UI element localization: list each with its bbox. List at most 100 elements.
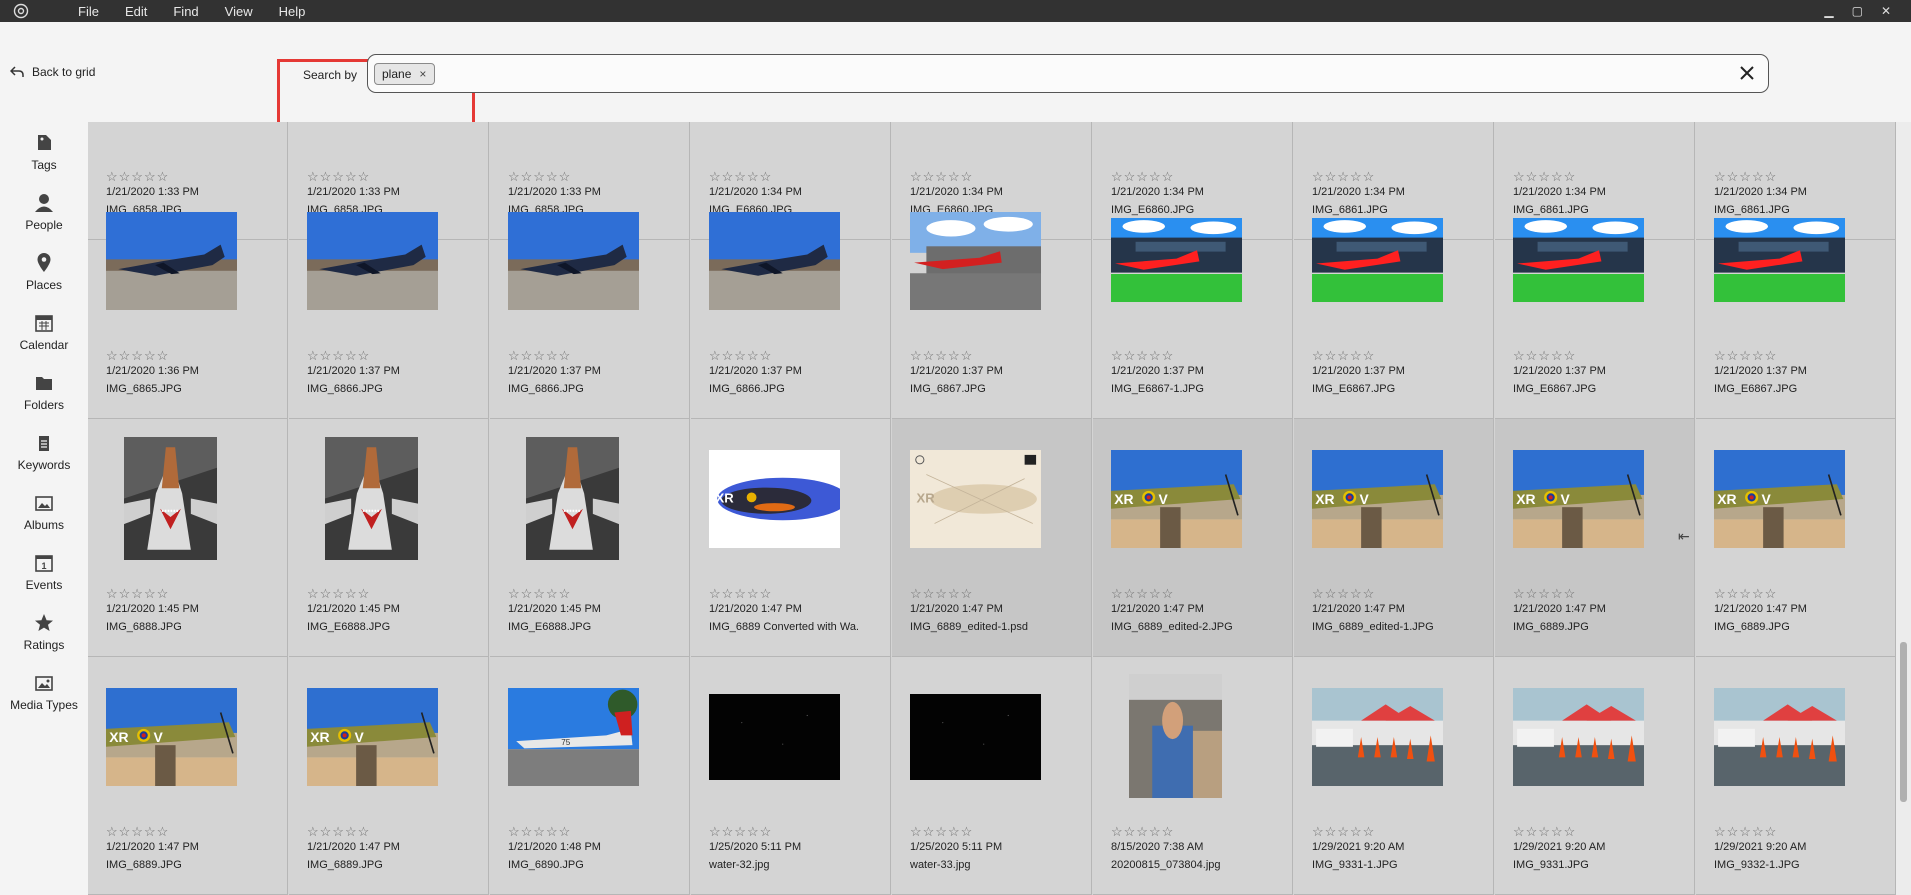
photo-tile[interactable]: ☆☆☆☆☆ 1/21/2020 1:37 PM IMG_6867.JPG — [892, 181, 1092, 419]
photo-thumbnail[interactable] — [1714, 688, 1845, 786]
photo-thumbnail[interactable] — [1129, 674, 1222, 798]
photo-tile[interactable]: ☆☆☆☆☆ 1/21/2020 1:37 PM IMG_E6867.JPG — [1495, 181, 1695, 419]
photo-tile[interactable]: ☆☆☆☆☆ 1/29/2021 9:20 AM IMG_9331.JPG — [1495, 657, 1695, 895]
photo-thumbnail[interactable] — [709, 694, 840, 780]
photo-thumbnail[interactable] — [1111, 218, 1242, 302]
rating-stars[interactable]: ☆☆☆☆☆ — [307, 824, 370, 840]
rating-stars[interactable]: ☆☆☆☆☆ — [709, 348, 772, 364]
photo-thumbnail[interactable] — [106, 212, 237, 310]
photo-tile[interactable]: ☆☆☆☆☆ 1/21/2020 1:37 PM IMG_6866.JPG — [490, 181, 690, 419]
sidebar-item-people[interactable]: People — [0, 192, 88, 232]
photo-tile[interactable]: ☆☆☆☆☆ 1/21/2020 1:45 PM IMG_E6888.JPG — [490, 419, 690, 657]
app-logo-icon[interactable] — [10, 0, 32, 22]
photo-tile[interactable]: XR V ☆☆☆☆☆ 1/21/2020 1:47 PM IMG_6889.JPG — [1696, 419, 1896, 657]
rating-stars[interactable]: ☆☆☆☆☆ — [910, 586, 973, 602]
photo-thumbnail[interactable] — [307, 212, 438, 310]
back-to-grid-button[interactable]: Back to grid — [10, 65, 95, 79]
rating-stars[interactable]: ☆☆☆☆☆ — [307, 348, 370, 364]
sidebar-item-events[interactable]: 1 Events — [0, 552, 88, 592]
sidebar-item-calendar[interactable]: Calendar — [0, 312, 88, 352]
menu-view[interactable]: View — [225, 4, 253, 19]
maximize-icon[interactable]: ▢ — [1852, 4, 1863, 18]
rating-stars[interactable]: ☆☆☆☆☆ — [106, 348, 169, 364]
photo-thumbnail[interactable] — [124, 437, 217, 560]
clear-search-icon[interactable] — [1736, 62, 1758, 84]
minimize-icon[interactable]: ▁ — [1824, 4, 1833, 18]
rating-stars[interactable]: ☆☆☆☆☆ — [910, 348, 973, 364]
rating-stars[interactable]: ☆☆☆☆☆ — [1714, 824, 1777, 840]
photo-thumbnail[interactable]: XR — [910, 450, 1041, 548]
photo-thumbnail[interactable] — [508, 212, 639, 310]
photo-tile[interactable]: XR ☆☆☆☆☆ 1/21/2020 1:47 PM IMG_6889_edited… — [892, 419, 1092, 657]
photo-tile[interactable]: XR V ☆☆☆☆☆ 1/21/2020 1:47 PM IMG_6889_edit… — [1294, 419, 1494, 657]
photo-thumbnail[interactable] — [709, 212, 840, 310]
rating-stars[interactable]: ☆☆☆☆☆ — [1513, 348, 1576, 364]
photo-tile[interactable]: ☆☆☆☆☆ 1/21/2020 1:36 PM IMG_6865.JPG — [88, 181, 288, 419]
rating-stars[interactable]: ☆☆☆☆☆ — [1111, 348, 1174, 364]
collapse-panel-icon[interactable]: ⇤ — [1678, 528, 1690, 545]
search-input[interactable]: plane × — [367, 54, 1769, 93]
photo-tile[interactable]: ☆☆☆☆☆ 1/29/2021 9:20 AM IMG_9331-1.JPG — [1294, 657, 1494, 895]
photo-tile[interactable]: ☆☆☆☆☆ 1/21/2020 1:37 PM IMG_E6867-1.JPG — [1093, 181, 1293, 419]
photo-thumbnail[interactable] — [1714, 218, 1845, 302]
photo-thumbnail[interactable] — [1513, 218, 1644, 302]
photo-tile[interactable]: XR ☆☆☆☆☆ 1/21/2020 1:47 PM IMG_6889 Conver… — [691, 419, 891, 657]
photo-thumbnail[interactable]: XR V — [106, 688, 237, 786]
photo-thumbnail[interactable] — [910, 212, 1041, 310]
photo-thumbnail[interactable]: XR V — [1714, 450, 1845, 548]
sidebar-item-keywords[interactable]: Keywords — [0, 432, 88, 472]
rating-stars[interactable]: ☆☆☆☆☆ — [1714, 348, 1777, 364]
photo-tile[interactable]: XR V ☆☆☆☆☆ 1/21/2020 1:47 PM IMG_6889.JPG — [289, 657, 489, 895]
menu-file[interactable]: File — [78, 4, 99, 19]
rating-stars[interactable]: ☆☆☆☆☆ — [1312, 348, 1375, 364]
photo-thumbnail[interactable] — [1513, 688, 1644, 786]
photo-tile[interactable]: ☆☆☆☆☆ 8/15/2020 7:38 AM 20200815_073804.jp… — [1093, 657, 1293, 895]
photo-tile[interactable]: ☆☆☆☆☆ 1/21/2020 1:45 PM IMG_E6888.JPG — [289, 419, 489, 657]
photo-thumbnail[interactable]: XR V — [1111, 450, 1242, 548]
photo-tile[interactable]: XR V ☆☆☆☆☆ 1/21/2020 1:47 PM IMG_6889.JPG — [1495, 419, 1695, 657]
rating-stars[interactable]: ☆☆☆☆☆ — [709, 824, 772, 840]
photo-thumbnail[interactable] — [1312, 218, 1443, 302]
sidebar-item-albums[interactable]: Albums — [0, 492, 88, 532]
rating-stars[interactable]: ☆☆☆☆☆ — [106, 824, 169, 840]
photo-thumbnail[interactable] — [526, 437, 619, 560]
rating-stars[interactable]: ☆☆☆☆☆ — [1111, 824, 1174, 840]
photo-thumbnail[interactable]: XR — [709, 450, 840, 548]
photo-tile[interactable]: ☆☆☆☆☆ 1/21/2020 1:37 PM IMG_6866.JPG — [691, 181, 891, 419]
photo-tile[interactable]: XR V ☆☆☆☆☆ 1/21/2020 1:47 PM IMG_6889_edit… — [1093, 419, 1293, 657]
sidebar-item-folders[interactable]: Folders — [0, 372, 88, 412]
photo-thumbnail[interactable] — [1312, 688, 1443, 786]
rating-stars[interactable]: ☆☆☆☆☆ — [1714, 586, 1777, 602]
rating-stars[interactable]: ☆☆☆☆☆ — [1513, 586, 1576, 602]
photo-tile[interactable]: 75 ☆☆☆☆☆ 1/21/2020 1:48 PM IMG_6890.JPG — [490, 657, 690, 895]
rating-stars[interactable]: ☆☆☆☆☆ — [106, 586, 169, 602]
close-window-icon[interactable]: ✕ — [1881, 4, 1891, 18]
scrollbar-thumb[interactable] — [1900, 642, 1907, 802]
remove-tag-icon[interactable]: × — [419, 67, 426, 81]
photo-tile[interactable]: ☆☆☆☆☆ 1/21/2020 1:37 PM IMG_6866.JPG — [289, 181, 489, 419]
photo-tile[interactable]: XR V ☆☆☆☆☆ 1/21/2020 1:47 PM IMG_6889.JPG — [88, 657, 288, 895]
menu-edit[interactable]: Edit — [125, 4, 147, 19]
photo-tile[interactable]: ☆☆☆☆☆ 1/21/2020 1:37 PM IMG_E6867.JPG — [1294, 181, 1494, 419]
photo-tile[interactable]: ☆☆☆☆☆ 1/21/2020 1:45 PM IMG_6888.JPG — [88, 419, 288, 657]
photo-thumbnail[interactable]: XR V — [1312, 450, 1443, 548]
rating-stars[interactable]: ☆☆☆☆☆ — [307, 586, 370, 602]
photo-tile[interactable]: ☆☆☆☆☆ 1/25/2020 5:11 PM water-32.jpg — [691, 657, 891, 895]
photo-tile[interactable]: ☆☆☆☆☆ 1/21/2020 1:37 PM IMG_E6867.JPG — [1696, 181, 1896, 419]
search-tag-chip[interactable]: plane × — [374, 63, 436, 85]
sidebar-item-media-types[interactable]: Media Types — [0, 672, 88, 712]
rating-stars[interactable]: ☆☆☆☆☆ — [1312, 586, 1375, 602]
photo-thumbnail[interactable] — [325, 437, 418, 560]
menu-find[interactable]: Find — [173, 4, 198, 19]
photo-thumbnail[interactable]: XR V — [1513, 450, 1644, 548]
sidebar-item-places[interactable]: Places — [0, 252, 88, 292]
rating-stars[interactable]: ☆☆☆☆☆ — [709, 586, 772, 602]
grid-scrollbar[interactable] — [1896, 122, 1911, 895]
photo-thumbnail[interactable] — [910, 694, 1041, 780]
rating-stars[interactable]: ☆☆☆☆☆ — [508, 824, 571, 840]
rating-stars[interactable]: ☆☆☆☆☆ — [1513, 824, 1576, 840]
rating-stars[interactable]: ☆☆☆☆☆ — [910, 824, 973, 840]
photo-thumbnail[interactable]: XR V — [307, 688, 438, 786]
rating-stars[interactable]: ☆☆☆☆☆ — [1312, 824, 1375, 840]
photo-thumbnail[interactable]: 75 — [508, 688, 639, 786]
